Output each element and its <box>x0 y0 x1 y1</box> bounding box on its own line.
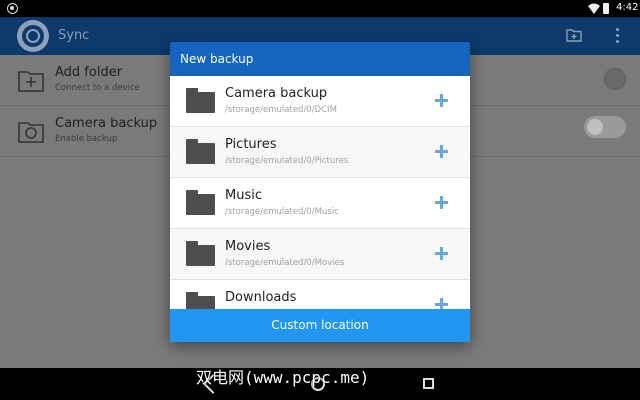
folder-icon <box>186 190 215 215</box>
add-plus-icon[interactable] <box>435 247 448 260</box>
add-folder-title: Add folder <box>55 65 123 80</box>
folder-path: /storage/emulated/0/Movies <box>225 258 345 268</box>
camera-backup-subtitle: Enable backup <box>55 134 118 144</box>
add-plus-icon[interactable] <box>435 145 448 158</box>
folder-path: /storage/emulated/0/Pictures <box>225 156 349 166</box>
wifi-icon <box>588 3 600 14</box>
add-plus-icon[interactable] <box>435 196 448 209</box>
folder-row-movies[interactable]: Movies /storage/emulated/0/Movies <box>170 229 470 280</box>
battery-icon <box>603 3 609 14</box>
folder-icon <box>186 241 215 266</box>
camera-backup-toggle[interactable] <box>584 116 626 138</box>
overflow-menu-icon[interactable] <box>614 28 620 44</box>
folder-row-camera-backup[interactable]: Camera backup /storage/emulated/0/DCIM <box>170 76 470 127</box>
add-plus-icon[interactable] <box>435 94 448 107</box>
device-icon[interactable] <box>604 68 626 90</box>
add-folder-row-icon <box>18 71 44 92</box>
status-time: 4:42 <box>616 2 639 13</box>
add-folder-icon[interactable] <box>566 28 582 42</box>
dialog-header: New backup <box>170 42 470 76</box>
recents-icon[interactable] <box>423 378 434 389</box>
folder-name: Movies <box>225 239 271 254</box>
camera-backup-title: Camera backup <box>55 116 158 131</box>
folder-icon <box>186 88 215 113</box>
watermark: 双电网(www.pcpc.me) <box>196 368 370 387</box>
folder-name: Downloads <box>225 290 297 305</box>
folder-name: Camera backup <box>225 86 328 101</box>
folder-path: /storage/emulated/0/Music <box>225 207 339 217</box>
notification-icon <box>7 3 18 14</box>
status-bar: 4:42 <box>0 0 640 17</box>
folder-row-pictures[interactable]: Pictures /storage/emulated/0/Pictures <box>170 127 470 178</box>
dialog-title: New backup <box>180 52 254 66</box>
folder-name: Music <box>225 188 262 203</box>
folder-path: /storage/emulated/0/DCIM <box>225 105 337 115</box>
camera-backup-row-icon <box>18 122 44 143</box>
folder-icon <box>186 139 215 164</box>
app-title: Sync <box>58 28 90 43</box>
sync-logo-icon <box>17 20 49 52</box>
add-folder-subtitle: Connect to a device <box>55 83 140 93</box>
new-backup-dialog: New backup Camera backup /storage/emulat… <box>170 42 470 342</box>
folder-name: Pictures <box>225 137 277 152</box>
folder-list[interactable]: Camera backup /storage/emulated/0/DCIM P… <box>170 76 470 342</box>
custom-location-button[interactable]: Custom location <box>170 309 470 342</box>
folder-row-music[interactable]: Music /storage/emulated/0/Music <box>170 178 470 229</box>
